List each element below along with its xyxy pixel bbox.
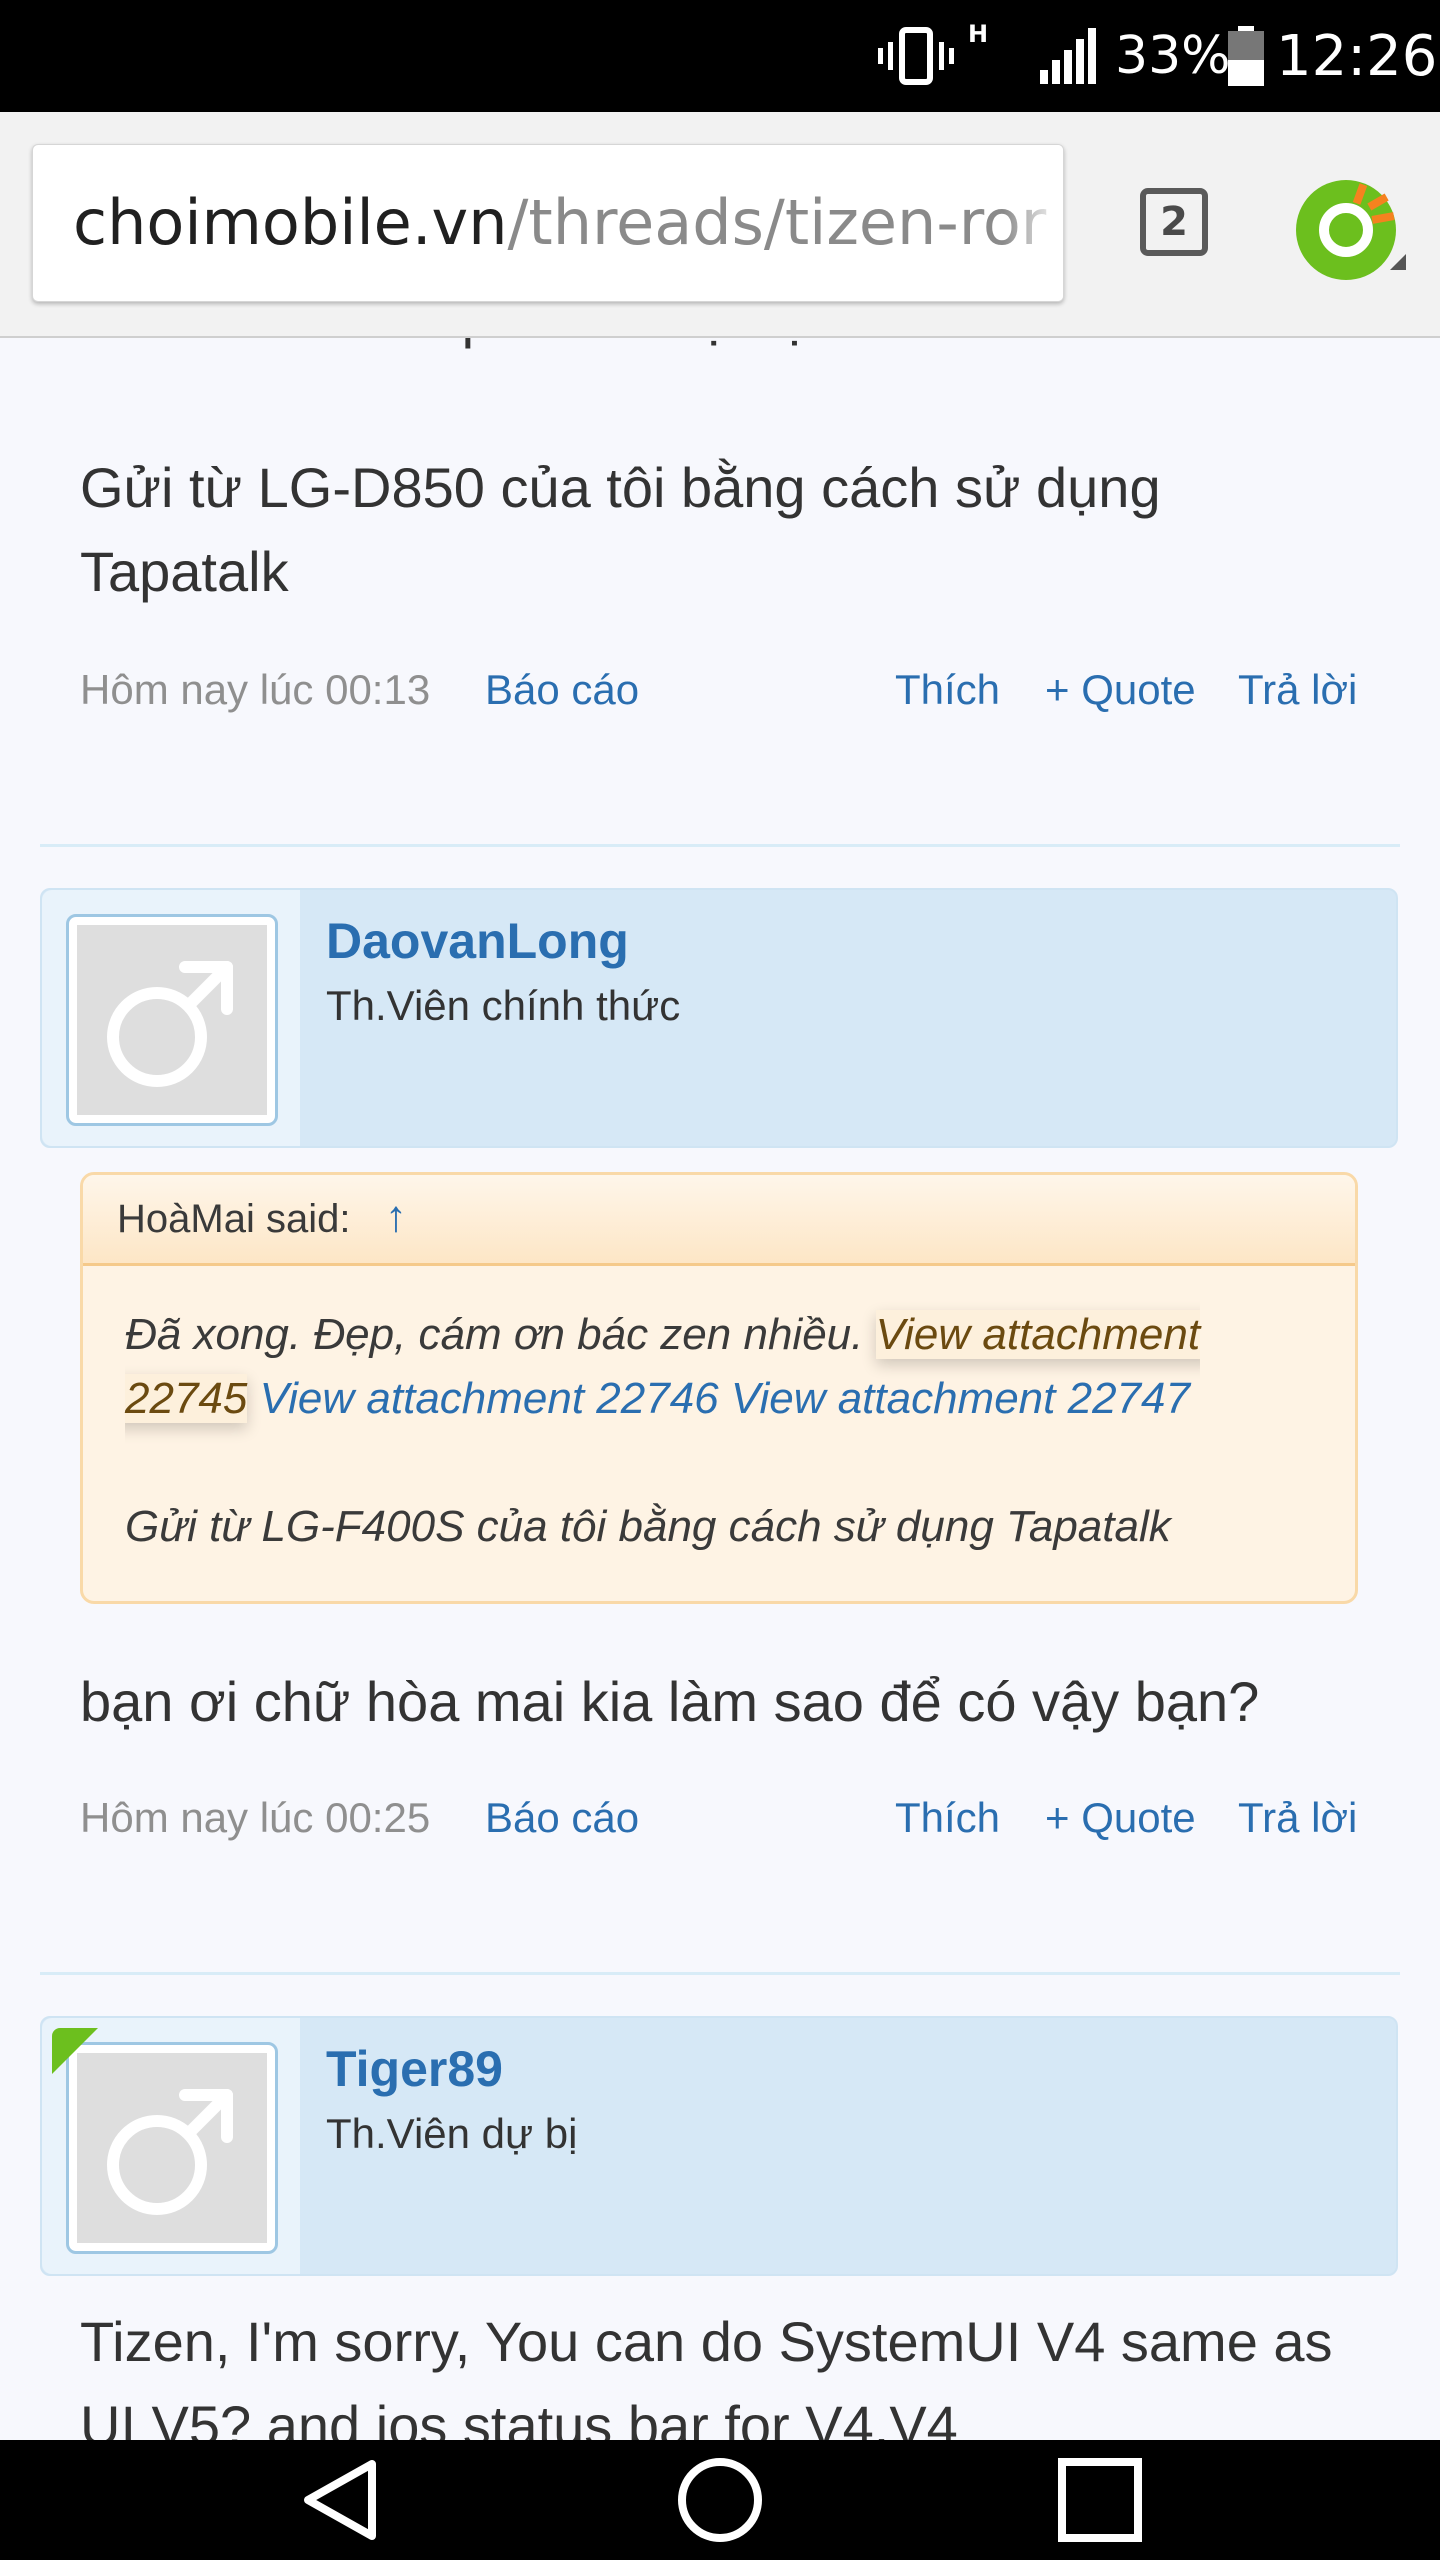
like-link[interactable]: Thích: [895, 660, 1000, 720]
clock: 12:26: [1276, 23, 1438, 89]
reply-link[interactable]: Trả lời: [1238, 1788, 1357, 1848]
like-link[interactable]: Thích: [895, 1788, 1000, 1848]
tab-switcher-button[interactable]: 2: [1140, 188, 1208, 256]
vibrate-icon: [876, 0, 956, 112]
quote-text: Đã xong. Đẹp, cám ơn bác zen nhiều.: [125, 1310, 864, 1359]
coccoc-logo-icon[interactable]: [1294, 170, 1406, 282]
quote-body: Đã xong. Đẹp, cám ơn bác zen nhiều. View…: [125, 1303, 1325, 1431]
reply-link[interactable]: Trả lời: [1238, 660, 1357, 720]
male-avatar-icon: [77, 925, 267, 1115]
post-meta: Hôm nay lúc 00:13 Báo cáo Thích + Quote …: [80, 660, 1360, 720]
male-avatar-icon: [77, 2053, 267, 2243]
battery-icon: [1228, 0, 1264, 112]
browser-toolbar: choimobile.vn/threads/tizen-ror 2: [0, 112, 1440, 338]
url-path: /threads/tizen-ror: [507, 186, 1047, 259]
post-body: Tizen, I'm sorry, You can do SystemUI V4…: [80, 2310, 1333, 2440]
url-text: choimobile.vn/threads/tizen-ror: [73, 145, 1046, 301]
quote-link[interactable]: + Quote: [1045, 660, 1196, 720]
avatar-container: [42, 2018, 300, 2274]
navigation-bar: [0, 2440, 1440, 2560]
avatar[interactable]: [66, 914, 278, 1126]
url-domain: choimobile.vn: [73, 186, 508, 259]
quote-link[interactable]: + Quote: [1045, 1788, 1196, 1848]
user-title: Th.Viên chính thức: [326, 982, 681, 1029]
battery-percent: 33%: [1115, 26, 1231, 86]
url-fade: [1003, 145, 1063, 301]
attachment-link[interactable]: View attachment 22747: [731, 1374, 1190, 1423]
go-to-quote-arrow-icon[interactable]: ↑: [385, 1187, 407, 1247]
post-divider: [40, 844, 1400, 847]
back-icon[interactable]: [290, 2450, 390, 2550]
network-type: H: [968, 20, 989, 48]
post-divider: [40, 1972, 1400, 1975]
post-date: Hôm nay lúc 00:13: [80, 666, 431, 713]
signal-icon: [1040, 0, 1100, 112]
post-body: bạn ơi chữ hòa mai kia làm sao để có vậy…: [80, 1670, 1260, 1733]
attachment-link[interactable]: View attachment 22746: [260, 1374, 719, 1423]
user-info-box: Tiger89 Th.Viên dự bị: [40, 2016, 1398, 2276]
quote-author: HoàMai said:: [117, 1197, 351, 1241]
post-signature: Gửi từ LG-D850 của tôi bằng cách sử dụng…: [80, 456, 1161, 603]
avatar-container: [42, 890, 300, 1146]
post-meta: Hôm nay lúc 00:25 Báo cáo Thích + Quote …: [80, 1788, 1360, 1848]
address-bar[interactable]: choimobile.vn/threads/tizen-ror: [32, 144, 1064, 302]
report-link[interactable]: Báo cáo: [485, 660, 639, 720]
thread-content: Zen ơi ơi...bàn phím có bị loạn như Yaim…: [0, 336, 1440, 2440]
quote-block: HoàMai said: ↑ Đã xong. Đẹp, cám ơn bác …: [80, 1172, 1358, 1604]
user-title: Th.Viên dự bị: [326, 2110, 578, 2157]
post-body-partial: Zen ơi ơi...bàn phím có bị loạn như Yaim…: [80, 336, 1169, 360]
username-link[interactable]: DaovanLong: [326, 912, 629, 970]
username-link[interactable]: Tiger89: [326, 2040, 503, 2098]
quote-header: HoàMai said: ↑: [83, 1175, 1355, 1266]
report-link[interactable]: Báo cáo: [485, 1788, 639, 1848]
status-bar: H 33% 12:26: [0, 0, 1440, 112]
recents-icon[interactable]: [1050, 2450, 1150, 2550]
quote-signature: Gửi từ LG-F400S của tôi bằng cách sử dụn…: [125, 1502, 1171, 1551]
online-indicator-icon: [52, 2028, 98, 2074]
user-info-box: DaovanLong Th.Viên chính thức: [40, 888, 1398, 1148]
post-date: Hôm nay lúc 00:25: [80, 1794, 431, 1841]
home-icon[interactable]: [670, 2450, 770, 2550]
